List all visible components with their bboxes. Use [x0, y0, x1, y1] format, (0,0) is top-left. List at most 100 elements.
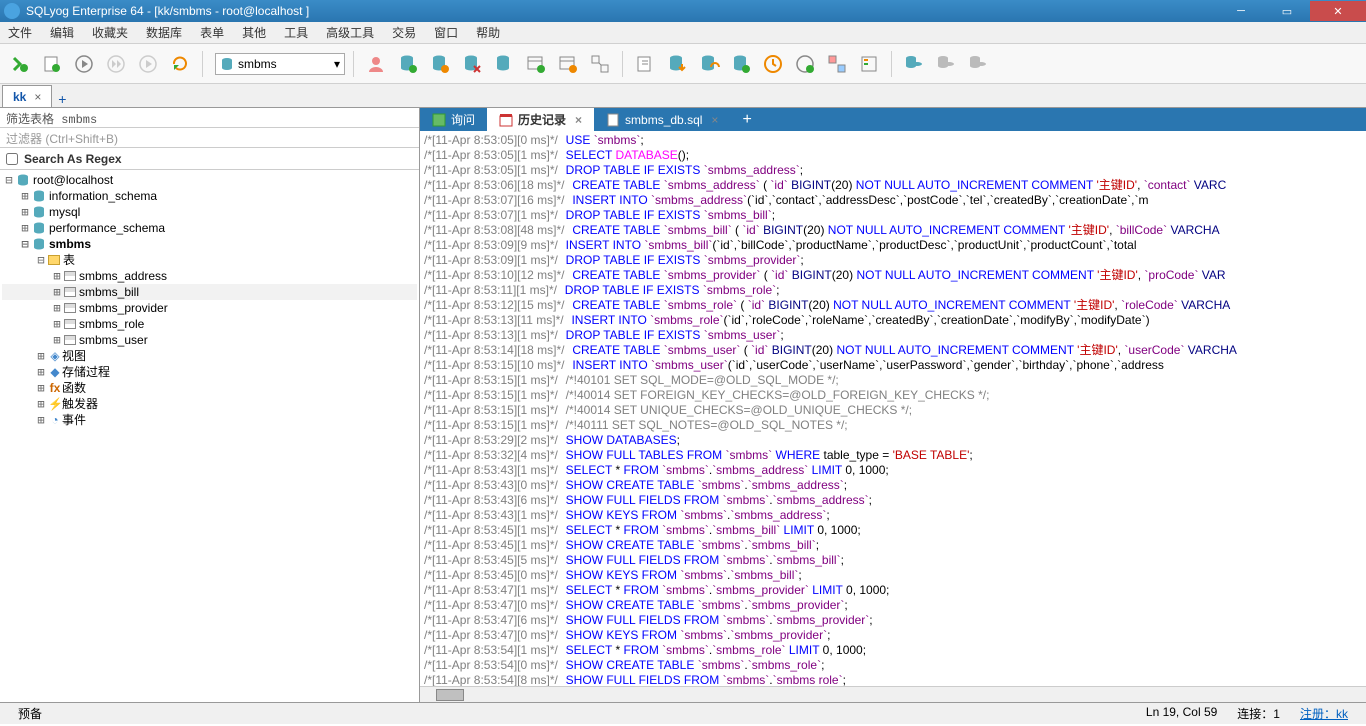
separator — [353, 51, 354, 77]
execute-icon[interactable] — [70, 50, 98, 78]
menu-高级工具[interactable]: 高级工具 — [326, 24, 374, 41]
connection-tab-kk[interactable]: kk × — [2, 85, 52, 107]
query-tab-1[interactable]: 历史记录× — [487, 108, 594, 131]
tree-label: smbms_bill — [79, 284, 139, 300]
db-schema-icon[interactable] — [490, 50, 518, 78]
window-title: SQLyog Enterprise 64 - [kk/smbms - root@… — [26, 4, 1218, 18]
scrollbar-thumb[interactable] — [436, 689, 464, 701]
query-tabs: 询问历史记录×smbms_db.sql×+ — [420, 108, 1366, 131]
tree-item[interactable]: ⊞⚡触发器 — [2, 396, 417, 412]
tree-label: 表 — [63, 252, 75, 268]
tree-label: smbms_user — [79, 332, 148, 348]
refresh-icon[interactable] — [166, 50, 194, 78]
export-icon[interactable] — [695, 50, 723, 78]
object-tree[interactable]: ⊟root@localhost⊞information_schema⊞mysql… — [0, 170, 419, 702]
minimize-button[interactable]: ─ — [1218, 1, 1264, 21]
regex-label: Search As Regex — [24, 152, 122, 166]
backup-icon[interactable] — [631, 50, 659, 78]
tree-label: 触发器 — [62, 396, 98, 412]
menu-窗口[interactable]: 窗口 — [434, 24, 458, 41]
menu-收藏夹[interactable]: 收藏夹 — [92, 24, 128, 41]
db-compare-icon[interactable] — [458, 50, 486, 78]
execute-all-icon[interactable] — [102, 50, 130, 78]
copy-db-icon[interactable] — [900, 50, 928, 78]
tree-item[interactable]: ⊞fx函数 — [2, 380, 417, 396]
copy-db2-icon[interactable] — [932, 50, 960, 78]
db-sync-icon[interactable] — [426, 50, 454, 78]
menu-交易[interactable]: 交易 — [392, 24, 416, 41]
tree-item[interactable]: ⊟表 — [2, 252, 417, 268]
execute-explain-icon[interactable] — [134, 50, 162, 78]
tree-item[interactable]: ⊞information_schema — [2, 188, 417, 204]
menubar: 文件 编辑 收藏夹 数据库 表单 其他 工具 高级工具 交易 窗口 帮助 — [0, 22, 1366, 44]
add-connection-button[interactable]: + — [52, 91, 72, 107]
status-registration[interactable]: 注册：kk — [1290, 705, 1358, 722]
status-connections: 连接：1 — [1227, 705, 1290, 722]
tree-item[interactable]: ⊞smbms_role — [2, 316, 417, 332]
database-select-value: smbms — [238, 57, 277, 71]
menu-帮助[interactable]: 帮助 — [476, 24, 500, 41]
close-icon[interactable]: × — [711, 113, 718, 127]
query-builder-icon[interactable] — [791, 50, 819, 78]
schema-designer-icon[interactable] — [823, 50, 851, 78]
menu-数据库[interactable]: 数据库 — [146, 24, 182, 41]
tree-item[interactable]: ⊞smbms_bill — [2, 284, 417, 300]
tree-label: 函数 — [62, 380, 86, 396]
new-connection-icon[interactable] — [6, 50, 34, 78]
new-query-icon[interactable] — [38, 50, 66, 78]
tree-label: smbms_provider — [79, 300, 168, 316]
close-icon[interactable]: × — [575, 113, 582, 127]
tree-label: 视图 — [62, 348, 86, 364]
tree-item[interactable]: ⊞performance_schema — [2, 220, 417, 236]
import-icon[interactable] — [663, 50, 691, 78]
tab-icon — [499, 113, 513, 127]
menu-编辑[interactable]: 编辑 — [50, 24, 74, 41]
copy-db3-icon[interactable] — [964, 50, 992, 78]
tree-item[interactable]: ⊞smbms_user — [2, 332, 417, 348]
tree-item[interactable]: ⊞◔事件 — [2, 412, 417, 428]
close-button[interactable]: ✕ — [1310, 1, 1366, 21]
filter-input[interactable]: 过滤器 (Ctrl+Shift+B) — [0, 128, 419, 148]
separator — [622, 51, 623, 77]
table-edit-icon[interactable] — [554, 50, 582, 78]
user-manager-icon[interactable] — [362, 50, 390, 78]
tree-item[interactable]: ⊞smbms_address — [2, 268, 417, 284]
tree-label: mysql — [49, 204, 80, 220]
history-editor[interactable]: /*[11-Apr 8:53:05][0 ms]*/ USE `smbms`; … — [420, 131, 1366, 686]
tree-item[interactable]: ⊟root@localhost — [2, 172, 417, 188]
status-ready: 预备 — [8, 705, 52, 722]
table-relation-icon[interactable] — [586, 50, 614, 78]
statusbar: 预备 Ln 19, Col 59 连接：1 注册：kk — [0, 702, 1366, 724]
add-query-tab[interactable]: + — [730, 108, 763, 131]
schedule-icon[interactable] — [759, 50, 787, 78]
menu-其他[interactable]: 其他 — [242, 24, 266, 41]
database-select[interactable]: smbms ▾ — [215, 53, 345, 75]
sidebar: 筛选表格 smbms 过滤器 (Ctrl+Shift+B) Search As … — [0, 108, 420, 702]
query-tab-2[interactable]: smbms_db.sql× — [594, 108, 730, 131]
tree-item[interactable]: ⊞◆存储过程 — [2, 364, 417, 380]
tree-item[interactable]: ⊟smbms — [2, 236, 417, 252]
chevron-down-icon: ▾ — [334, 57, 340, 71]
menu-文件[interactable]: 文件 — [8, 24, 32, 41]
horizontal-scrollbar[interactable] — [420, 686, 1366, 702]
tree-label: performance_schema — [49, 220, 165, 236]
filter-label: 筛选表格 smbms — [0, 108, 419, 128]
maximize-button[interactable]: ▭ — [1264, 1, 1310, 21]
tree-item[interactable]: ⊞smbms_provider — [2, 300, 417, 316]
menu-表单[interactable]: 表单 — [200, 24, 224, 41]
close-tab-icon[interactable]: × — [34, 90, 41, 104]
separator — [891, 51, 892, 77]
tree-item[interactable]: ⊞mysql — [2, 204, 417, 220]
regex-checkbox[interactable] — [6, 153, 18, 165]
tree-item[interactable]: ⊞◈视图 — [2, 348, 417, 364]
tree-label: root@localhost — [33, 172, 113, 188]
status-position: Ln 19, Col 59 — [1136, 705, 1227, 722]
search-regex-row: Search As Regex — [0, 148, 419, 170]
menu-工具[interactable]: 工具 — [284, 24, 308, 41]
data-sync-icon[interactable] — [727, 50, 755, 78]
query-tab-0[interactable]: 询问 — [420, 108, 487, 131]
tab-label: 询问 — [451, 111, 475, 128]
db-add-icon[interactable] — [394, 50, 422, 78]
form-icon[interactable] — [855, 50, 883, 78]
table-add-icon[interactable] — [522, 50, 550, 78]
